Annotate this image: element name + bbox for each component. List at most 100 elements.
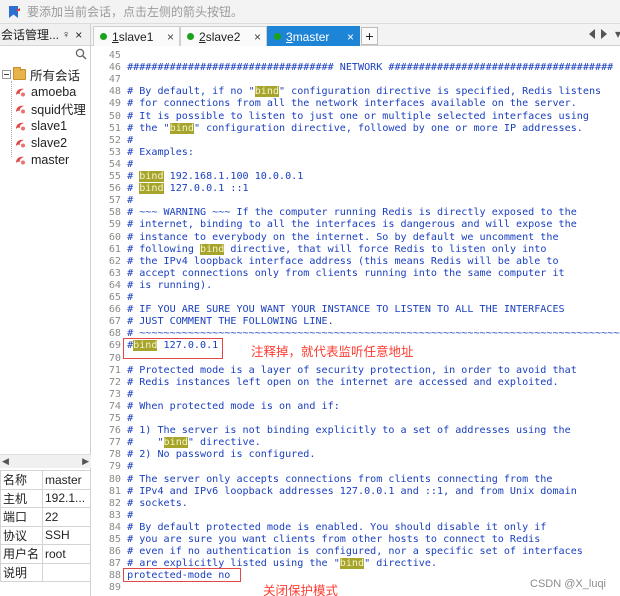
code-text: #	[127, 183, 140, 195]
search-icon[interactable]	[75, 48, 87, 60]
code-text: # instance to everybody on the internet.…	[127, 231, 559, 243]
hint-bar: 要添加当前会话，点击左侧的箭头按钮。	[0, 0, 620, 24]
code-text: # By default, if no "	[127, 86, 255, 98]
line-number: 53	[108, 146, 121, 158]
line-number: 57	[108, 195, 121, 207]
property-key: 用户名	[0, 544, 43, 564]
close-pane-icon[interactable]: ×	[75, 28, 82, 42]
terminal-line: 66 # IF YOU ARE SURE YOU WANT YOUR INSTA…	[91, 304, 565, 316]
terminal-line: 45	[91, 50, 127, 62]
line-number: 56	[108, 183, 121, 195]
session-item[interactable]: slave1	[14, 117, 67, 134]
new-tab-button[interactable]: +	[361, 27, 378, 45]
session-item[interactable]: amoeba	[14, 83, 76, 100]
terminal-line: 76 # 1) The server is not binding explic…	[91, 425, 571, 437]
code-text: 192.168.1.100 10.0.0.1	[163, 171, 304, 182]
code-text: # 1) The server is not binding explicitl…	[127, 425, 571, 437]
line-number: 89	[108, 582, 121, 594]
scroll-left-icon[interactable]: ◀	[2, 456, 9, 467]
tab-scroll-left-icon[interactable]	[589, 29, 595, 39]
property-key: 名称	[0, 470, 43, 490]
code-text: # for connections from all the network i…	[127, 98, 577, 110]
line-number: 45	[108, 50, 121, 61]
code-text: # you are sure you want clients from oth…	[127, 534, 541, 545]
line-number: 49	[108, 98, 121, 110]
code-text: directive, that will force Redis to list…	[224, 243, 547, 255]
session-item[interactable]: squid代理	[14, 100, 86, 117]
close-tab-icon[interactable]: ×	[347, 30, 354, 44]
line-number: 65	[108, 292, 121, 303]
terminal-line: 70	[91, 353, 127, 365]
keyword-highlight: bind	[139, 171, 164, 182]
terminal-line: 50 # It is possible to listen to just on…	[91, 111, 589, 123]
collapse-icon[interactable]	[2, 70, 11, 79]
tab-scroll-right-icon[interactable]	[601, 29, 607, 39]
terminal-line: 61 # following bind directive, that will…	[91, 243, 547, 256]
property-row: 主机 192.1...	[0, 488, 91, 508]
scroll-right-icon[interactable]: ▶	[82, 456, 89, 467]
session-search-bar[interactable]	[0, 46, 90, 64]
property-row: 协议 SSH	[0, 525, 91, 545]
property-key: 主机	[0, 488, 43, 508]
line-number: 83	[108, 509, 121, 521]
terminal-line: 63 # accept connections only from client…	[91, 268, 565, 280]
terminal-line: 58 # ~~~ WARNING ~~~ If the computer run…	[91, 207, 577, 219]
pin-icon[interactable]: ♀	[62, 29, 70, 41]
terminal-line: 72 # Redis instances left open on the in…	[91, 377, 559, 389]
property-row: 端口 22	[0, 507, 91, 527]
horizontal-scrollbar[interactable]: ◀ ▶	[0, 454, 91, 468]
tree-root-all-sessions[interactable]: 所有会话	[0, 66, 80, 83]
terminal-line: 75 #	[91, 413, 133, 425]
tab-label: slave1	[118, 29, 154, 44]
code-text: # Examples:	[127, 146, 194, 158]
line-number: 73	[108, 388, 121, 400]
keyword-highlight: bind	[254, 86, 280, 98]
code-text: #	[127, 171, 140, 182]
session-label: amoeba	[31, 84, 77, 99]
session-item[interactable]: master	[14, 151, 69, 168]
line-number: 48	[108, 86, 121, 98]
connected-status-icon	[100, 33, 107, 40]
line-number: 85	[108, 534, 121, 545]
annotation-bind: 注释掉，就代表监听任意地址	[251, 345, 414, 359]
tab-list-menu-icon[interactable]: ▾	[615, 27, 620, 41]
tab-master[interactable]: 3 master ×	[267, 26, 360, 46]
watermark: CSDN @X_luqi	[530, 578, 606, 590]
terminal-line: 84 # By default protected mode is enable…	[91, 522, 547, 534]
protected-mode-highlight-box	[123, 568, 241, 582]
session-manager-header: 会话管理... ♀ ×	[0, 24, 90, 46]
property-value: SSH	[42, 525, 91, 545]
close-tab-icon[interactable]: ×	[254, 30, 261, 44]
code-text: #	[127, 134, 134, 146]
code-text: # Redis instances left open on the inter…	[127, 376, 559, 388]
line-number: 61	[108, 243, 121, 255]
line-number: 66	[108, 304, 121, 316]
property-key: 说明	[0, 562, 43, 582]
property-value: 22	[42, 507, 91, 527]
terminal-line: 80 # The server only accepts connections…	[91, 473, 553, 486]
close-tab-icon[interactable]: ×	[167, 30, 174, 44]
keyword-highlight: bind	[339, 558, 365, 570]
session-tree: 所有会话 amoeba squid代理 slave1 slave2 master	[0, 64, 90, 444]
line-number: 80	[108, 473, 121, 485]
session-item[interactable]: slave2	[14, 134, 67, 151]
terminal-line: 47	[91, 74, 127, 86]
line-number: 69	[108, 340, 121, 352]
terminal-view[interactable]: 45 46 ##################################…	[91, 46, 620, 596]
line-number: 78	[108, 449, 121, 461]
code-text: # ~~~ WARNING ~~~ If the computer runnin…	[127, 207, 577, 219]
line-number: 64	[108, 279, 121, 291]
keyword-highlight: bind	[200, 243, 225, 255]
tab-slave2[interactable]: 2 slave2 ×	[180, 26, 267, 46]
session-icon	[14, 137, 26, 149]
code-text: #	[127, 388, 134, 400]
terminal-line: 48 # By default, if no "bind" configurat…	[91, 86, 601, 98]
tab-slave1[interactable]: 1 slave1 ×	[93, 26, 180, 46]
folder-icon	[13, 67, 26, 80]
terminal-line: 55 # bind 192.168.1.100 10.0.0.1	[91, 171, 303, 183]
code-text: 127.0.0.1 ::1	[163, 183, 249, 195]
terminal-line: 77 # "bind" directive.	[91, 437, 261, 449]
code-text: # "	[127, 437, 164, 449]
bookmark-arrow-icon[interactable]	[7, 5, 21, 19]
property-row: 用户名 root	[0, 544, 91, 564]
